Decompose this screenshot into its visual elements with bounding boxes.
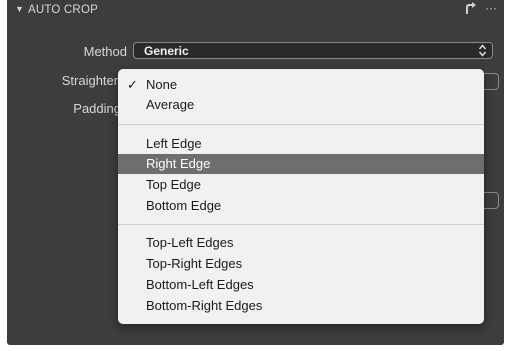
method-select[interactable]: Generic <box>133 42 493 59</box>
method-label: Method <box>83 44 127 59</box>
menu-item-left-edge[interactable]: Left Edge <box>118 134 484 154</box>
straighten-label: Straighten <box>61 73 121 88</box>
menu-item-top-right-edges[interactable]: Top-Right Edges <box>118 254 484 274</box>
section-header[interactable]: ▼ AUTO CROP ··· <box>7 0 504 22</box>
menu-item-label: Top-Right Edges <box>146 256 243 271</box>
triangle-down-icon[interactable]: ▼ <box>15 4 24 14</box>
menu-item-right-edge[interactable]: Right Edge <box>118 154 484 174</box>
menu-item-label: Bottom-Left Edges <box>146 277 254 292</box>
menu-item-label: Top-Left Edges <box>146 235 234 250</box>
menu-item-label: Average <box>146 97 195 112</box>
menu-item-none[interactable]: ✓ None <box>118 75 484 95</box>
section-title: AUTO CROP <box>28 4 98 16</box>
padding-field-edge <box>483 192 499 209</box>
padding-label: Padding <box>73 101 121 116</box>
straighten-field-edge <box>483 73 499 90</box>
menu-separator <box>118 224 484 225</box>
menu-item-bottom-left-edges[interactable]: Bottom-Left Edges <box>118 275 484 295</box>
method-select-value: Generic <box>144 44 189 58</box>
menu-item-label: Right Edge <box>146 156 211 171</box>
menu-item-bottom-edge[interactable]: Bottom Edge <box>118 196 484 216</box>
menu-item-bottom-right-edges[interactable]: Bottom-Right Edges <box>118 296 484 316</box>
menu-item-top-left-edges[interactable]: Top-Left Edges <box>118 233 484 253</box>
reset-arrow-icon[interactable] <box>464 2 478 16</box>
menu-item-label: Bottom-Right Edges <box>146 298 263 313</box>
menu-item-average[interactable]: Average <box>118 95 484 115</box>
menu-item-label: None <box>146 77 178 92</box>
menu-separator <box>118 124 484 125</box>
menu-item-top-edge[interactable]: Top Edge <box>118 175 484 195</box>
menu-item-label: Left Edge <box>146 136 202 151</box>
method-dropdown-menu: ✓ None Average Left Edge Right Edge Top … <box>118 69 484 324</box>
checkmark-icon: ✓ <box>127 77 138 92</box>
up-down-chevron-icon <box>479 44 486 57</box>
menu-item-label: Bottom Edge <box>146 198 222 213</box>
menu-item-label: Top Edge <box>146 177 201 192</box>
more-options-icon[interactable]: ··· <box>485 1 497 15</box>
